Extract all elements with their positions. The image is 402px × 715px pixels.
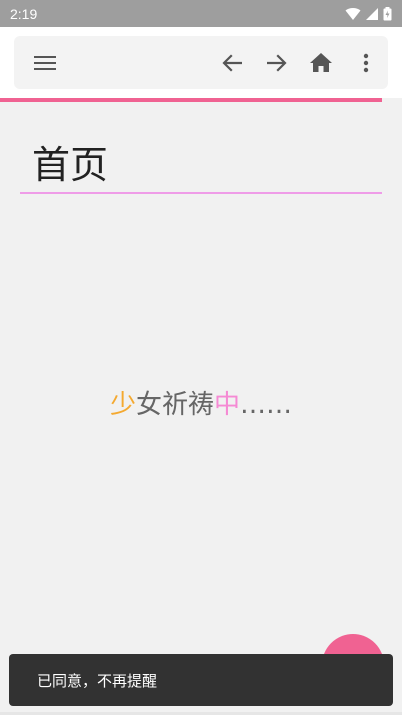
loading-message-part4: …… xyxy=(240,390,293,420)
home-button[interactable] xyxy=(301,36,341,89)
more-vert-icon xyxy=(363,53,369,73)
arrow-back-icon xyxy=(222,53,242,72)
signal-icon xyxy=(365,7,379,21)
home-icon xyxy=(310,53,332,72)
back-button[interactable] xyxy=(212,36,252,89)
status-icons xyxy=(345,6,392,21)
loading-message: 少女祈祷中…… xyxy=(0,388,402,422)
more-options-button[interactable] xyxy=(346,36,386,89)
title-divider xyxy=(20,192,382,194)
toolbar-container xyxy=(0,27,402,98)
status-time: 2:19 xyxy=(10,5,38,22)
toolbar xyxy=(14,36,388,89)
status-bar: 2:19 xyxy=(0,0,402,27)
loading-message-part2: 女祈祷 xyxy=(135,390,214,420)
loading-message-part3: 中 xyxy=(214,390,241,420)
battery-icon xyxy=(383,6,392,21)
arrow-forward-icon xyxy=(267,53,287,72)
menu-icon xyxy=(34,55,56,71)
snackbar-text: 已同意，不再提醒 xyxy=(37,671,158,690)
snackbar: 已同意，不再提醒 xyxy=(9,654,393,706)
page-title: 首页 xyxy=(32,143,109,187)
loading-message-part1: 少 xyxy=(109,390,136,420)
menu-button[interactable] xyxy=(25,36,65,89)
progress-bar xyxy=(0,98,382,102)
wifi-icon xyxy=(345,7,361,21)
forward-button[interactable] xyxy=(257,36,297,89)
